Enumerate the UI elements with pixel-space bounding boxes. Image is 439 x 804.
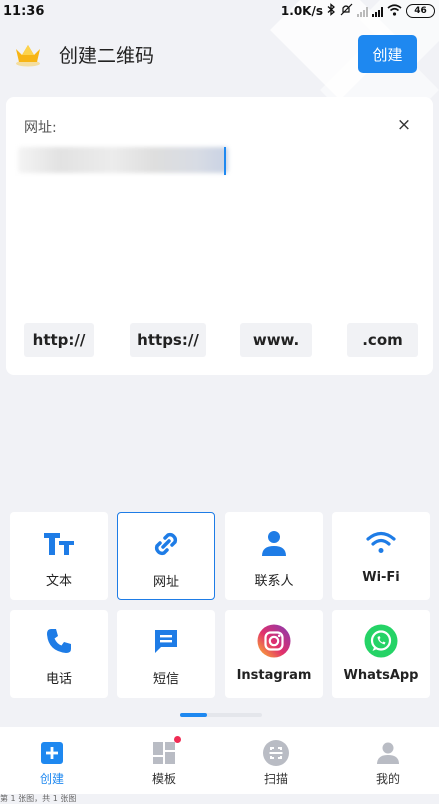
nav-create[interactable]: 创建 xyxy=(12,727,92,794)
status-time: 11:36 xyxy=(3,3,45,19)
page-title: 创建二维码 xyxy=(59,45,155,67)
type-url-tile[interactable]: 网址 xyxy=(117,512,215,600)
quick-insert-row: http:// https:// www. .com xyxy=(24,323,418,357)
sms-icon xyxy=(152,626,180,656)
nav-scan-label: 扫描 xyxy=(263,772,288,786)
page-indicator-thumb xyxy=(180,713,208,717)
type-contact-tile[interactable]: 联系人 xyxy=(225,512,323,600)
type-text-tile[interactable]: 文本 xyxy=(10,512,108,600)
crown-icon[interactable] xyxy=(13,41,43,71)
status-indicators: 1.0K/s 46 xyxy=(281,3,435,19)
bottom-navigation: 创建 模板 扫描 我的 xyxy=(0,727,439,794)
text-icon xyxy=(43,528,75,558)
nav-scan[interactable]: 扫描 xyxy=(236,727,316,794)
mute-icon xyxy=(340,3,353,19)
nav-profile[interactable]: 我的 xyxy=(348,727,428,794)
contact-icon xyxy=(260,528,288,558)
url-input[interactable] xyxy=(18,147,228,173)
type-phone-tile[interactable]: 电话 xyxy=(10,610,108,698)
type-instagram-label: Instagram xyxy=(236,668,312,683)
nav-template[interactable]: 模板 xyxy=(124,727,204,794)
type-phone-label: 电话 xyxy=(45,672,72,687)
template-icon xyxy=(153,736,181,766)
scan-icon xyxy=(263,740,289,766)
quick-insert-com[interactable]: .com xyxy=(347,323,418,357)
create-button[interactable]: 创建 xyxy=(358,35,417,73)
nav-template-label: 模板 xyxy=(151,772,176,786)
type-url-label: 网址 xyxy=(152,575,179,590)
wifi-status-icon xyxy=(387,3,402,19)
network-speed: 1.0K/s xyxy=(280,4,323,18)
quick-insert-https[interactable]: https:// xyxy=(130,323,206,357)
wifi-icon xyxy=(365,528,397,558)
type-whatsapp-label: WhatsApp xyxy=(343,668,419,683)
type-whatsapp-tile[interactable]: WhatsApp xyxy=(332,610,430,698)
create-icon xyxy=(41,740,63,766)
type-sms-tile[interactable]: 短信 xyxy=(117,610,215,698)
whatsapp-icon xyxy=(364,624,398,658)
clear-icon[interactable]: × xyxy=(394,115,414,135)
signal-icon xyxy=(372,6,383,17)
template-badge xyxy=(174,736,181,743)
nav-profile-label: 我的 xyxy=(375,772,400,786)
nav-create-label: 创建 xyxy=(39,772,64,786)
type-text-label: 文本 xyxy=(45,574,72,589)
quick-insert-www[interactable]: www. xyxy=(240,323,312,357)
signal-icon-secondary xyxy=(357,6,368,17)
bluetooth-icon xyxy=(327,3,336,19)
type-wifi-tile[interactable]: Wi-Fi xyxy=(332,512,430,600)
instagram-icon xyxy=(257,624,291,658)
phone-icon xyxy=(45,626,73,656)
app-header: 创建二维码 创建 xyxy=(0,32,439,76)
qr-type-grid: 文本 网址 联系人 Wi-Fi 电话 短信 Instagram WhatsApp xyxy=(0,512,439,700)
type-sms-label: 短信 xyxy=(152,672,179,687)
url-input-card: 网址: × http:// https:// www. .com xyxy=(6,97,433,375)
page-indicator xyxy=(180,713,262,718)
type-contact-label: 联系人 xyxy=(254,574,294,589)
text-cursor xyxy=(224,147,226,175)
profile-icon xyxy=(376,740,400,766)
url-field-label: 网址: xyxy=(24,120,57,136)
type-instagram-tile[interactable]: Instagram xyxy=(225,610,323,698)
status-bar: 11:36 1.0K/s 46 xyxy=(0,0,439,22)
image-counter-caption: 第 1 张图，共 1 张图 xyxy=(0,794,77,803)
type-wifi-label: Wi-Fi xyxy=(362,570,400,585)
quick-insert-http[interactable]: http:// xyxy=(24,323,94,357)
battery-indicator: 46 xyxy=(406,4,435,18)
link-icon xyxy=(151,529,181,559)
